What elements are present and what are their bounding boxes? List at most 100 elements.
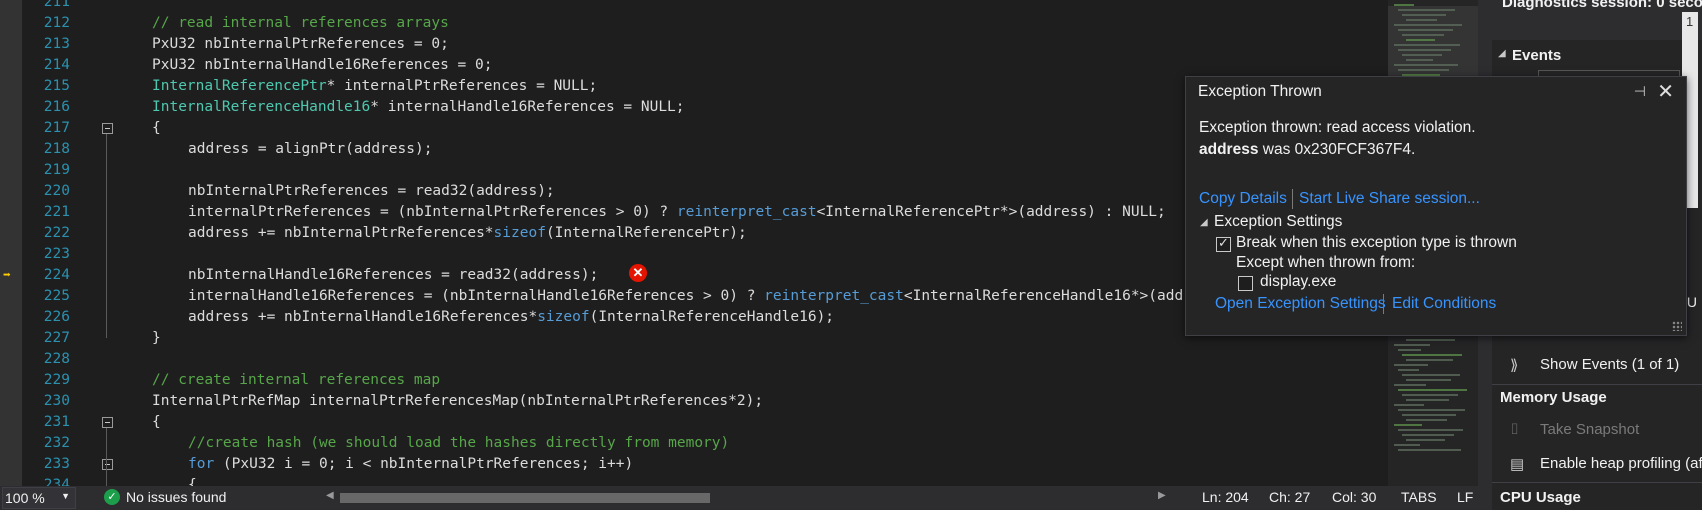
code-text[interactable]: //create hash (we should load the hashes… bbox=[188, 433, 729, 454]
copy-details-link[interactable]: Copy Details bbox=[1199, 190, 1287, 208]
code-line[interactable]: 224 ➡ nbInternalHandle16References = read3… bbox=[0, 265, 1388, 286]
code-text[interactable]: nbInternalHandle16References = read32(ad… bbox=[188, 265, 598, 286]
code-line[interactable]: 229 // create internal references map bbox=[0, 370, 1388, 391]
code-text[interactable]: address = alignPtr(address); bbox=[188, 139, 432, 160]
link-separator bbox=[1292, 189, 1293, 209]
code-line[interactable]: 226 address += nbInternalHandle16Referenc… bbox=[0, 307, 1388, 328]
code-token: internalPtrReferences = (nbInternalPtrRe… bbox=[188, 204, 677, 220]
collapse-events-icon[interactable]: ◢ bbox=[1498, 48, 1506, 59]
code-text[interactable]: // create internal references map bbox=[152, 370, 440, 391]
fold-toggle-icon[interactable] bbox=[102, 417, 113, 428]
code-text[interactable]: InternalReferenceHandle16* internalHandl… bbox=[152, 97, 685, 118]
code-text[interactable]: { bbox=[188, 475, 197, 486]
error-icon: ✕ bbox=[629, 264, 647, 282]
show-events-icon: ⟫ bbox=[1510, 357, 1519, 374]
break-when-label[interactable]: Break when this exception type is thrown bbox=[1236, 234, 1517, 252]
indent-mode-status[interactable]: TABS bbox=[1401, 489, 1437, 505]
edit-conditions-link[interactable]: Edit Conditions bbox=[1392, 295, 1496, 313]
code-text[interactable]: } bbox=[152, 328, 161, 349]
fold-toggle-icon[interactable] bbox=[102, 459, 113, 470]
code-text[interactable]: InternalReferencePtr* internalPtrReferen… bbox=[152, 76, 597, 97]
minimap-line bbox=[1398, 449, 1461, 451]
minimap-line bbox=[1402, 54, 1442, 56]
minimap-line bbox=[1406, 39, 1435, 41]
code-line[interactable]: 232 //create hash (we should load the has… bbox=[0, 433, 1388, 454]
code-text[interactable]: { bbox=[152, 118, 161, 139]
code-token: (PxU32 i = 0; i < nbInternalPtrReference… bbox=[214, 456, 634, 472]
minimap-line bbox=[1394, 364, 1428, 366]
code-line[interactable]: 217 { bbox=[0, 118, 1388, 139]
minimap-line bbox=[1394, 64, 1458, 66]
code-token: nbInternalHandle16References = read32(ad… bbox=[188, 267, 599, 283]
code-line[interactable]: 234 { bbox=[0, 475, 1388, 486]
close-icon[interactable]: ✕ bbox=[1657, 79, 1674, 104]
events-header[interactable]: Events bbox=[1512, 47, 1561, 64]
zoom-dropdown[interactable]: 100 % ▼ bbox=[2, 487, 76, 509]
line-number: 228 bbox=[43, 351, 70, 367]
line-number: 220 bbox=[43, 183, 70, 199]
code-text[interactable]: { bbox=[152, 412, 161, 433]
resize-grip[interactable] bbox=[1672, 321, 1682, 331]
horizontal-scrollbar-thumb[interactable] bbox=[340, 493, 710, 503]
code-text[interactable]: address += nbInternalPtrReferences*sizeo… bbox=[188, 223, 747, 244]
line-number: 232 bbox=[43, 435, 70, 451]
line-number: 215 bbox=[43, 78, 70, 94]
code-text[interactable]: InternalPtrRefMap internalPtrReferencesM… bbox=[152, 391, 763, 412]
code-token: address += nbInternalPtrReferences* bbox=[188, 225, 494, 241]
code-token: { bbox=[152, 120, 161, 136]
link-separator bbox=[1383, 294, 1384, 314]
minimap-line bbox=[1398, 409, 1465, 411]
code-token: nbInternalPtrReferences = read32(address… bbox=[188, 183, 555, 199]
code-line[interactable]: 221 internalPtrReferences = (nbInternalPt… bbox=[0, 202, 1388, 223]
pin-icon[interactable]: ⊣ bbox=[1634, 83, 1646, 100]
fold-toggle-icon[interactable] bbox=[102, 123, 113, 134]
code-line[interactable]: 230 InternalPtrRefMap internalPtrReferenc… bbox=[0, 391, 1388, 412]
code-line[interactable]: 211 bbox=[0, 0, 1388, 13]
code-text[interactable]: internalPtrReferences = (nbInternalPtrRe… bbox=[188, 202, 1166, 223]
code-line[interactable]: 227} bbox=[0, 328, 1388, 349]
code-line[interactable]: 225 internalHandle16References = (nbInter… bbox=[0, 286, 1388, 307]
line-ending-status[interactable]: LF bbox=[1457, 489, 1473, 505]
take-snapshot-button[interactable]: Take Snapshot bbox=[1540, 421, 1639, 438]
code-line[interactable]: 228 bbox=[0, 349, 1388, 370]
live-share-link[interactable]: Start Live Share session... bbox=[1299, 190, 1480, 208]
code-text[interactable]: for (PxU32 i = 0; i < nbInternalPtrRefer… bbox=[188, 454, 633, 475]
code-line[interactable]: 222 address += nbInternalPtrReferences*si… bbox=[0, 223, 1388, 244]
break-when-checkbox[interactable] bbox=[1216, 235, 1231, 252]
code-line[interactable]: 233 for (PxU32 i = 0; i < nbInternalPtrRe… bbox=[0, 454, 1388, 475]
display-exe-checkbox[interactable] bbox=[1238, 276, 1253, 291]
code-text[interactable]: internalHandle16References = (nbInternal… bbox=[188, 286, 1297, 307]
issues-status[interactable]: No issues found bbox=[126, 489, 226, 505]
code-line[interactable]: 212 // read internal references arrays bbox=[0, 13, 1388, 34]
collapse-settings-icon[interactable]: ◢ bbox=[1200, 217, 1208, 228]
code-line[interactable]: 216 InternalReferenceHandle16* internalHa… bbox=[0, 97, 1388, 118]
scroll-left-icon[interactable]: ◀ bbox=[326, 490, 334, 501]
exception-settings-header[interactable]: Exception Settings bbox=[1214, 213, 1342, 231]
minimap-line bbox=[1398, 49, 1451, 51]
code-line[interactable]: 218 address = alignPtr(address); bbox=[0, 139, 1388, 160]
code-text[interactable]: PxU32 nbInternalPtrReferences = 0; bbox=[152, 34, 449, 55]
code-line[interactable]: 219 bbox=[0, 160, 1388, 181]
code-line[interactable]: 215 InternalReferencePtr* internalPtrRefe… bbox=[0, 76, 1388, 97]
enable-heap-profiling-button[interactable]: Enable heap profiling (affects bbox=[1540, 455, 1702, 472]
minimap-line bbox=[1398, 389, 1467, 391]
char-status: Ch: 27 bbox=[1269, 489, 1311, 505]
code-line[interactable]: 231 { bbox=[0, 412, 1388, 433]
code-line[interactable]: 220 nbInternalPtrReferences = read32(addr… bbox=[0, 181, 1388, 202]
minimap-line bbox=[1402, 34, 1444, 36]
show-events-button[interactable]: Show Events (1 of 1) bbox=[1540, 356, 1679, 373]
display-exe-label[interactable]: display.exe bbox=[1260, 273, 1336, 291]
code-line[interactable]: 213 PxU32 nbInternalPtrReferences = 0; bbox=[0, 34, 1388, 55]
code-text[interactable]: // read internal references arrays bbox=[152, 13, 449, 34]
code-token: // create internal references map bbox=[152, 372, 441, 388]
code-line[interactable]: 214 PxU32 nbInternalHandle16References = … bbox=[0, 55, 1388, 76]
scroll-right-icon[interactable]: ▶ bbox=[1158, 490, 1166, 501]
code-text[interactable]: nbInternalPtrReferences = read32(address… bbox=[188, 181, 555, 202]
code-line[interactable]: 223 bbox=[0, 244, 1388, 265]
code-token: //create hash (we should load the hashes… bbox=[188, 435, 730, 451]
code-editor[interactable]: 211 212 // read internal references arrays… bbox=[0, 0, 1388, 486]
code-text[interactable]: address += nbInternalHandle16References*… bbox=[188, 307, 834, 328]
line-number: 211 bbox=[43, 0, 70, 10]
open-exception-settings-link[interactable]: Open Exception Settings bbox=[1215, 295, 1386, 313]
code-text[interactable]: PxU32 nbInternalHandle16References = 0; bbox=[152, 55, 492, 76]
